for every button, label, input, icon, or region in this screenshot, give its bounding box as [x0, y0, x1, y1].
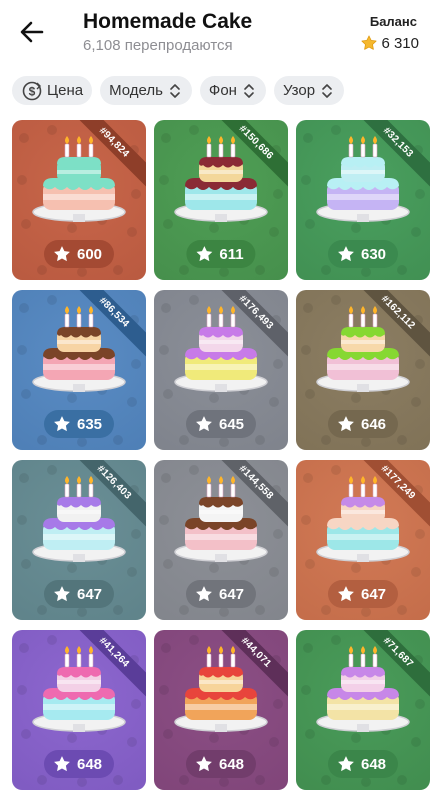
star-icon	[338, 586, 354, 602]
gift-card[interactable]: #86,534 635	[12, 290, 146, 450]
gift-card[interactable]: #126,403 647	[12, 460, 146, 620]
star-icon	[196, 246, 213, 262]
star-icon	[54, 416, 70, 432]
gift-card[interactable]: #144,558 647	[154, 460, 288, 620]
gift-card[interactable]: #44,071 648	[154, 630, 288, 790]
top-bar: Homemade Cake 6,108 перепродаются Баланс…	[0, 0, 441, 64]
price-button[interactable]: 648	[43, 750, 115, 778]
page-title: Homemade Cake	[83, 10, 253, 33]
balance-label: Баланс	[369, 14, 417, 29]
filter-pattern-label: Узор	[282, 82, 316, 99]
price-value: 630	[360, 245, 387, 263]
star-icon	[338, 416, 354, 432]
sort-arrows-icon	[322, 83, 332, 98]
filter-model-label: Модель	[109, 82, 163, 99]
price-button[interactable]: 630	[327, 240, 399, 268]
filter-background-chip[interactable]: Фон	[199, 76, 266, 105]
price-button[interactable]: 648	[185, 750, 257, 778]
price-button[interactable]: 611	[186, 240, 256, 268]
star-icon	[196, 586, 212, 602]
price-value: 647	[360, 585, 387, 603]
star-icon	[54, 246, 70, 262]
price-value: 600	[76, 245, 103, 263]
balance-value: 6 310	[360, 34, 419, 52]
price-button[interactable]: 647	[327, 580, 399, 608]
star-icon	[338, 246, 354, 262]
sort-arrows-icon	[244, 83, 254, 98]
svg-text:$: $	[29, 84, 36, 98]
price-value: 647	[218, 585, 245, 603]
sort-arrows-icon	[170, 83, 180, 98]
price-value: 645	[218, 415, 245, 433]
price-button[interactable]: 645	[185, 410, 257, 438]
price-button[interactable]: 647	[43, 580, 115, 608]
star-icon	[338, 756, 354, 772]
gift-card[interactable]: #162,112 646	[296, 290, 430, 450]
star-icon	[54, 586, 70, 602]
balance-amount: 6 310	[381, 34, 419, 52]
star-icon	[361, 35, 377, 50]
filter-price-label: Цена	[47, 82, 84, 99]
gift-card[interactable]: #94,824 600	[12, 120, 146, 280]
price-sort-icon: $	[22, 81, 42, 100]
gift-card[interactable]: #71,687 648	[296, 630, 430, 790]
price-value: 648	[360, 755, 387, 773]
price-button[interactable]: 635	[43, 410, 115, 438]
filter-model-chip[interactable]: Модель	[100, 76, 192, 105]
gift-card[interactable]: #32,153 630	[296, 120, 430, 280]
price-button[interactable]: 647	[185, 580, 257, 608]
price-value: 648	[218, 755, 245, 773]
gift-card[interactable]: #150,686 611	[154, 120, 288, 280]
price-value: 648	[76, 755, 103, 773]
back-arrow-icon[interactable]	[18, 18, 46, 46]
filter-pattern-chip[interactable]: Узор	[273, 76, 345, 105]
star-icon	[196, 756, 212, 772]
price-button[interactable]: 648	[327, 750, 399, 778]
gift-grid: #94,824 600 #150,686 611 #32,153 630 #86,534 63…	[12, 120, 432, 790]
star-icon	[54, 756, 70, 772]
star-icon	[196, 416, 212, 432]
resale-count: 6,108 перепродаются	[83, 37, 233, 54]
gift-card[interactable]: #176,493 645	[154, 290, 288, 450]
price-value: 646	[360, 415, 387, 433]
filter-bar: $ Цена Модель Фон Узор	[12, 76, 345, 105]
price-value: 647	[76, 585, 103, 603]
filter-background-label: Фон	[208, 82, 237, 99]
gift-card[interactable]: #41,264 648	[12, 630, 146, 790]
price-button[interactable]: 646	[327, 410, 399, 438]
price-value: 611	[219, 245, 244, 263]
filter-price-chip[interactable]: $ Цена	[12, 76, 93, 105]
gift-card[interactable]: #177,249 647	[296, 460, 430, 620]
price-button[interactable]: 600	[43, 240, 115, 268]
price-value: 635	[76, 415, 103, 433]
